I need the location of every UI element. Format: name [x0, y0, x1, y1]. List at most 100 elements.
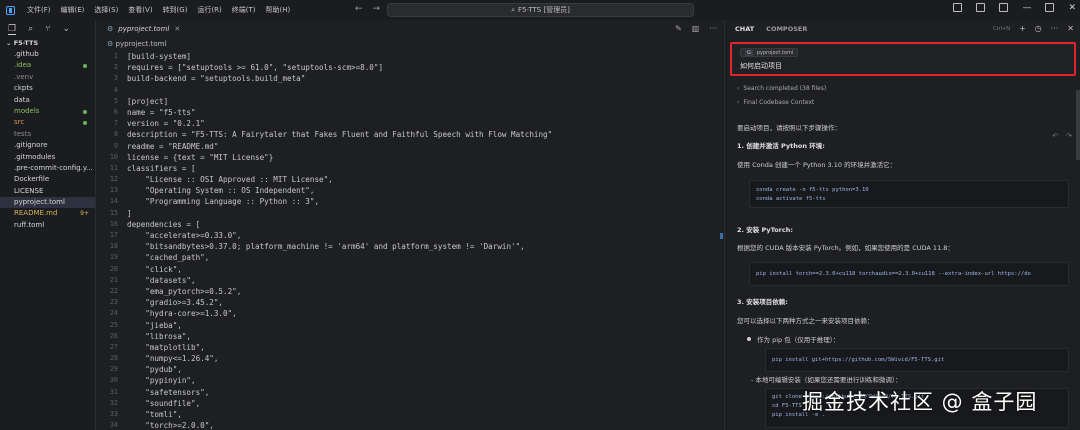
line-number: 16 [109, 219, 118, 228]
menu-view[interactable]: 查看(V) [128, 5, 152, 15]
explorer-item-label: data [14, 95, 30, 104]
more-icon[interactable]: ··· [1051, 24, 1059, 33]
explorer-item[interactable]: ruff.toml [0, 220, 95, 231]
history-icon[interactable]: ◷ [1035, 24, 1042, 33]
response-actions: ↶ ↷ [1052, 132, 1072, 140]
explorer-item[interactable]: ckpts [0, 83, 95, 94]
git-status-dot [83, 109, 87, 114]
explorer-sidebar: ❐ ⌕ ⑂ ⌄ ⌄ F5-TTS .github .idea .venv ckpts d… [0, 20, 96, 430]
code-line: 21 "datasets", [97, 275, 723, 286]
explorer-item-label: tests [14, 129, 32, 138]
code-text: license = {text = "MIT License"} [127, 152, 274, 162]
close-tab-icon[interactable]: ✕ [174, 25, 180, 33]
editor-tab-pyproject[interactable]: ⚙ pyproject.toml ✕ [97, 20, 189, 38]
explorer-item-label: src [14, 118, 25, 127]
app-logo-icon [6, 5, 15, 15]
code-line: 20 "click", [97, 264, 723, 275]
explorer-item[interactable]: .idea [0, 60, 95, 71]
close-icon[interactable]: ✕ [1067, 24, 1074, 33]
code-text: "cached_path", [127, 253, 210, 263]
explorer-item[interactable]: .venv [0, 72, 95, 83]
explorer-root-folder[interactable]: ⌄ F5-TTS [0, 38, 95, 49]
edit-icon[interactable]: ✎ [675, 24, 682, 33]
search-icon[interactable]: ⌕ [28, 24, 33, 34]
split-editor-icon[interactable]: ▥ [692, 24, 700, 33]
explorer-item[interactable]: data [0, 95, 95, 106]
menu-selection[interactable]: 选择(S) [94, 5, 118, 15]
code-line: 23 "gradio>=3.45.2", [97, 297, 723, 308]
explorer-item[interactable]: src [0, 117, 95, 128]
toggle-panel-icon[interactable] [976, 3, 986, 12]
code-line: 34 "torch>=2.0.0", [97, 420, 723, 430]
code-line: 22 "ema_pytorch>=0.5.2", [97, 286, 723, 297]
watermark: 掘金技术社区 @ 盒子园 [802, 390, 1038, 414]
code-content[interactable]: 1 [build-system] 2 requires = ["setuptools … [97, 51, 723, 430]
new-chat-shortcut: Ctrl+N [993, 25, 1010, 32]
code-block-conda[interactable]: conda create -n f5-tts python=3.10 conda… [749, 180, 1069, 208]
close-icon[interactable]: ✕ [1068, 3, 1076, 13]
menu-file[interactable]: 文件(F) [27, 5, 51, 15]
toggle-secondary-sidebar-icon[interactable] [999, 3, 1009, 12]
explorer-item[interactable]: .gitmodules [0, 152, 95, 163]
code-text: [build-system] [127, 52, 192, 61]
line-number: 7 [113, 119, 118, 128]
menu-edit[interactable]: 编辑(E) [61, 5, 85, 15]
line-number: 10 [109, 152, 118, 161]
search-completed-row[interactable]: › Search completed (38 files) [737, 83, 826, 94]
explorer-item-label: ruff.toml [14, 220, 45, 229]
explorer-item[interactable]: Dockerfile [0, 174, 95, 185]
explorer-item[interactable]: LICENSE [0, 186, 95, 197]
undo-icon[interactable]: ↶ [1052, 132, 1058, 140]
line-number: 33 [109, 410, 118, 418]
add-icon[interactable]: + [1019, 24, 1026, 33]
tab-composer[interactable]: COMPOSER [766, 25, 807, 33]
toggle-sidebar-icon[interactable] [953, 3, 963, 12]
chevron-right-icon: › [737, 85, 740, 92]
scrollbar-marker [720, 233, 723, 239]
chat-scrollbar[interactable] [1076, 90, 1080, 160]
explorer-item[interactable]: README.md 9+ [0, 208, 95, 219]
menu-goto[interactable]: 转到(G) [163, 5, 188, 15]
back-arrow-icon[interactable]: ← [355, 4, 363, 14]
redo-icon[interactable]: ↷ [1066, 132, 1072, 140]
line-number: 19 [109, 253, 118, 262]
breadcrumb[interactable]: ⚙ pyproject.toml [97, 38, 723, 51]
code-text: [project] [127, 96, 169, 106]
tab-chat[interactable]: CHAT [735, 25, 754, 33]
option-editable-label: 本地可编辑安装（如果您还需要进行训练和微调）： [755, 376, 902, 384]
code-line: conda activate f5-tts [756, 196, 826, 202]
source-control-icon[interactable]: ⑂ [45, 24, 50, 34]
code-text: classifiers = [ [127, 163, 196, 173]
line-number: 17 [109, 231, 118, 239]
maximize-icon[interactable] [1045, 3, 1055, 12]
chevron-down-icon[interactable]: ⌄ [63, 24, 71, 34]
context-file-pill[interactable]: G pyproject.toml [740, 48, 799, 57]
explorer-item[interactable]: .github [0, 49, 95, 60]
git-status-dot [83, 121, 87, 126]
chat-query-box[interactable]: G pyproject.toml 如何启动项目 [730, 42, 1076, 76]
minimize-icon[interactable]: — [1022, 3, 1031, 13]
more-actions-icon[interactable]: ··· [709, 24, 717, 33]
code-text: "jieba", [127, 320, 182, 330]
explorer-item[interactable]: pyproject.toml [0, 197, 95, 209]
explorer-item[interactable]: tests [0, 129, 95, 140]
code-line: 11 classifiers = [ [97, 163, 723, 174]
explorer-item-label: Dockerfile [14, 175, 50, 184]
explorer-item[interactable]: .gitignore [0, 140, 95, 151]
command-center-search[interactable]: ⌕ F5-TTS [管理员] [387, 3, 694, 17]
codebase-context-row[interactable]: › Final Codebase Context [737, 97, 814, 108]
code-line: 29 "pydub", [97, 364, 723, 375]
explorer-item[interactable]: models [0, 106, 95, 117]
explorer-item[interactable]: .pre-commit-config.y... [0, 163, 95, 174]
menu-help[interactable]: 帮助(H) [266, 5, 291, 15]
code-text: readme = "README.md" [127, 141, 219, 151]
code-block-pip-install[interactable]: pip install git+https://github.com/SWivi… [765, 348, 1069, 372]
menu-run[interactable]: 运行(R) [197, 5, 221, 15]
explorer-item-label: LICENSE [14, 186, 44, 195]
forward-arrow-icon[interactable]: → [373, 4, 381, 14]
step-3-desc: 您可以选择以下两种方式之一来安装项目依赖： [737, 317, 874, 325]
files-icon[interactable]: ❐ [8, 24, 17, 35]
code-block-pytorch[interactable]: pip install torch==2.3.0+cu118 torchaudi… [749, 262, 1069, 286]
menu-terminal[interactable]: 终端(T) [232, 5, 256, 15]
explorer-item-label: .venv [14, 72, 34, 81]
